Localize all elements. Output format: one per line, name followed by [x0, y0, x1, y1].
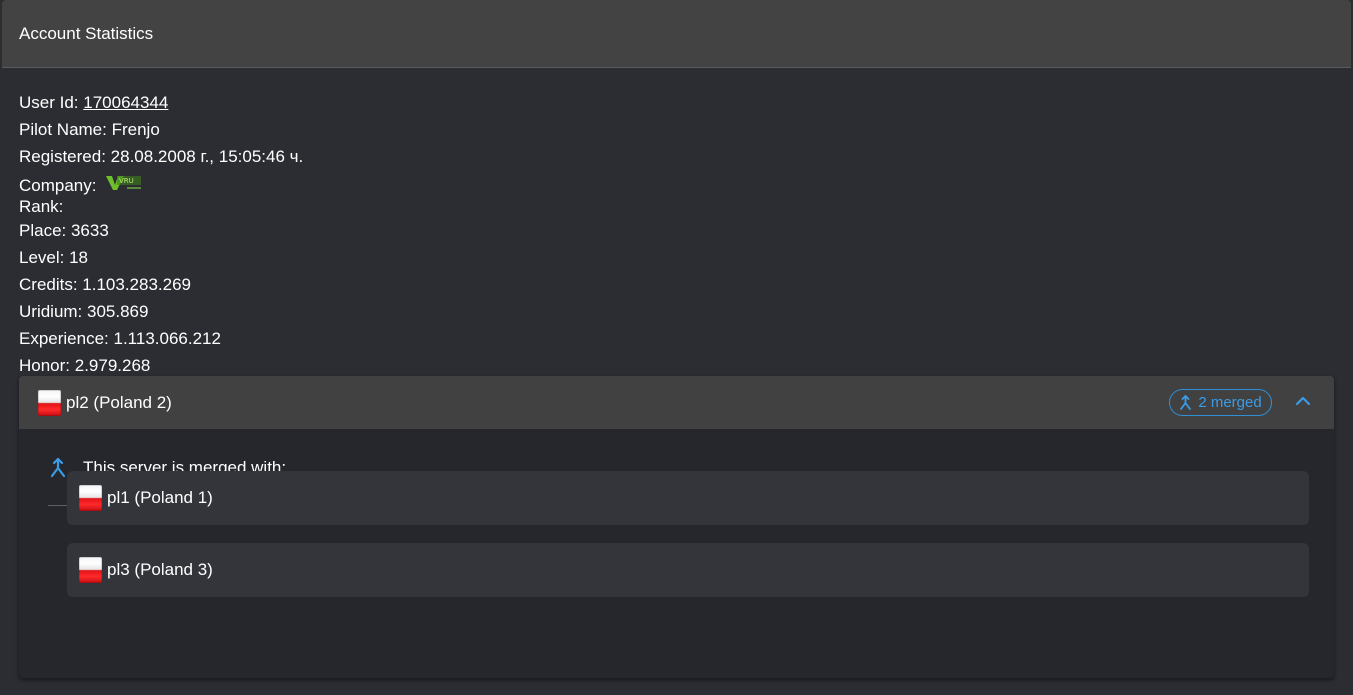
merged-count-badge: 2 merged — [1169, 389, 1272, 416]
merged-server-item[interactable]: pl3 (Poland 3) — [67, 543, 1309, 597]
account-statistics-card: Account Statistics User Id: 170064344 Pi… — [2, 0, 1351, 695]
registered-date: Registered: 28.08.2008 г., 15:05:46 ч. — [19, 147, 304, 166]
card-title: Account Statistics — [19, 23, 154, 43]
merged-server-list: pl1 (Poland 1) pl3 (Poland 3) — [67, 471, 1309, 615]
chevron-up-icon[interactable] — [1294, 392, 1312, 410]
merged-server-name: pl3 (Poland 3) — [107, 560, 213, 579]
server-name: pl2 (Poland 2) — [66, 392, 172, 412]
merge-icon — [1180, 394, 1192, 410]
poland-flag-icon — [38, 389, 61, 416]
user-id-row: User Id: 170064344 — [19, 89, 1351, 116]
uridium: Uridium: 305.869 — [19, 302, 149, 321]
company-label: Company: — [19, 176, 97, 195]
server-panel-header[interactable]: pl2 (Poland 2) 2 merged — [19, 376, 1334, 429]
place: Place: 3633 — [19, 221, 109, 240]
level: Level: 18 — [19, 248, 88, 267]
user-id-label: User Id: — [19, 93, 84, 112]
company-logo-icon: VRU — [106, 176, 142, 190]
poland-flag-icon — [79, 557, 102, 583]
rank-row: Rank: — [19, 196, 1351, 217]
card-header: Account Statistics — [2, 0, 1351, 68]
merge-icon — [50, 457, 66, 477]
company-row: Company: VRU — [19, 173, 1351, 196]
merged-server-item[interactable]: pl1 (Poland 1) — [67, 471, 1309, 525]
pilot-name: Pilot Name: Frenjo — [19, 120, 160, 139]
rank-label: Rank: — [19, 197, 64, 216]
honor: Honor: 2.979.268 — [19, 356, 151, 375]
user-id-link[interactable]: 170064344 — [83, 93, 168, 112]
poland-flag-icon — [79, 485, 102, 511]
credits: Credits: 1.103.283.269 — [19, 275, 192, 294]
svg-text:VRU: VRU — [119, 177, 134, 185]
experience: Experience: 1.113.066.212 — [19, 329, 221, 348]
server-expansion-panel: pl2 (Poland 2) 2 merged This server is m… — [19, 376, 1334, 678]
merged-count-label: 2 merged — [1198, 394, 1262, 411]
merged-server-name: pl1 (Poland 1) — [107, 488, 213, 507]
stats-body: User Id: 170064344 Pilot Name: Frenjo Re… — [2, 68, 1351, 379]
